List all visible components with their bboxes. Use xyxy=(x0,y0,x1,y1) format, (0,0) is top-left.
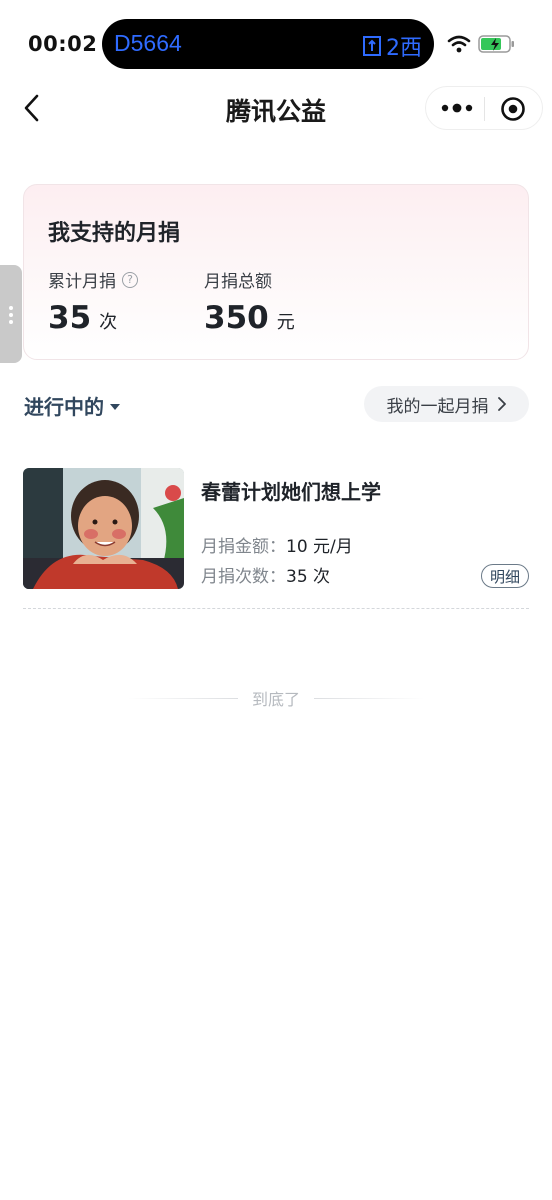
detail-button[interactable]: 明细 xyxy=(480,564,529,588)
end-line-right xyxy=(314,697,424,699)
mini-program-capsule xyxy=(425,86,543,130)
gate-label: 2西 xyxy=(386,36,422,61)
count-unit: 次 xyxy=(99,312,118,333)
donation-times-row: 月捐次数：35 次 xyxy=(201,562,330,587)
together-label: 我的一起月捐 xyxy=(386,396,489,417)
donation-total-stat: 月捐总额 350 元 xyxy=(204,267,295,336)
times-label: 月捐次数： xyxy=(201,567,286,587)
wifi-icon xyxy=(447,35,471,53)
total-value: 350 xyxy=(204,300,269,336)
total-unit: 元 xyxy=(276,312,295,333)
help-icon[interactable]: ? xyxy=(122,271,138,288)
amount-value: 10 元/月 xyxy=(286,537,353,557)
project-thumbnail xyxy=(23,468,184,589)
status-time: 00:02 xyxy=(28,32,98,56)
caret-down-icon xyxy=(110,403,120,410)
filter-label: 进行中的 xyxy=(24,395,104,419)
count-label: 累计月捐 xyxy=(48,272,116,292)
status-filter-dropdown[interactable]: 进行中的 xyxy=(24,391,120,420)
amount-label: 月捐金额： xyxy=(201,537,286,557)
end-text: 到底了 xyxy=(251,690,300,709)
project-list-item[interactable]: 春蕾计划她们想上学 月捐金额：10 元/月 月捐次数：35 次 明细 xyxy=(23,468,529,590)
donation-count-stat: 累计月捐 ? 35 次 xyxy=(48,267,138,336)
more-icon[interactable] xyxy=(440,100,474,116)
item-divider xyxy=(23,608,529,609)
chevron-right-icon xyxy=(497,397,506,411)
times-value: 35 次 xyxy=(286,567,331,587)
together-donation-button[interactable]: 我的一起月捐 xyxy=(364,386,529,422)
gate-icon xyxy=(363,36,381,56)
close-target-icon[interactable] xyxy=(500,96,526,122)
count-value: 35 xyxy=(48,300,92,336)
side-drawer-handle[interactable] xyxy=(0,265,22,363)
dynamic-island[interactable]: D5664 2西 xyxy=(102,19,434,69)
train-number: D5664 xyxy=(114,30,182,56)
capsule-divider xyxy=(484,97,485,121)
battery-charging-icon xyxy=(478,35,514,53)
monthly-donation-summary-card: 我支持的月捐 累计月捐 ? 35 次 月捐总额 350 元 xyxy=(23,184,529,360)
monthly-amount-row: 月捐金额：10 元/月 xyxy=(201,532,353,557)
total-label: 月捐总额 xyxy=(204,272,272,292)
end-of-list: 到底了 xyxy=(0,686,552,710)
gate-info: 2西 xyxy=(362,30,422,62)
project-title: 春蕾计划她们想上学 xyxy=(201,480,381,504)
summary-title: 我支持的月捐 xyxy=(48,221,181,246)
end-line-left xyxy=(127,697,238,699)
vertical-dots-icon xyxy=(9,306,13,324)
